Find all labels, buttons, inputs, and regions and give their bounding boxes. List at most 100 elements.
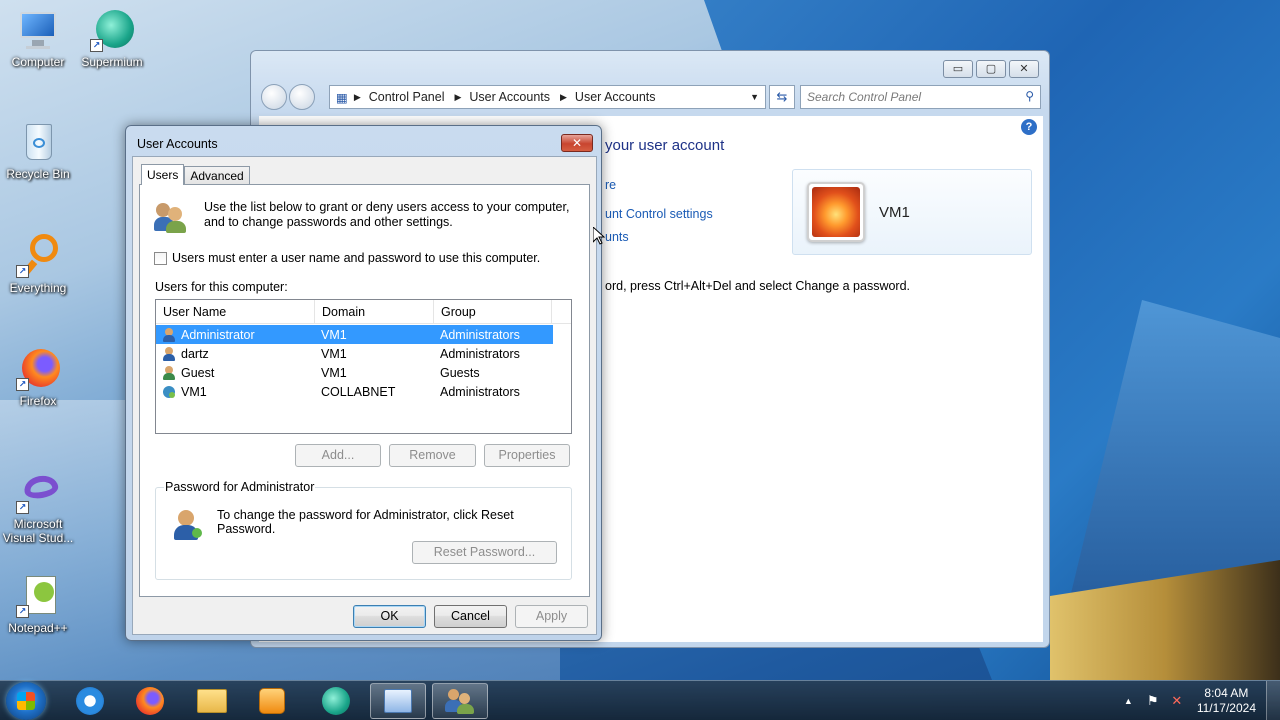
volume-muted-icon[interactable]: ✕ bbox=[1169, 693, 1185, 709]
help-icon[interactable]: ? bbox=[1021, 119, 1037, 135]
cell-group: Guests bbox=[440, 365, 480, 380]
supermium-icon: ↗ bbox=[90, 8, 134, 52]
search-input[interactable]: Search Control Panel ⚲ bbox=[800, 85, 1041, 109]
task-link[interactable]: unt Control settings bbox=[605, 207, 713, 221]
firefox-icon bbox=[136, 687, 164, 715]
desktop-icon-label: Computer bbox=[11, 55, 65, 69]
taskbar-file-explorer[interactable] bbox=[184, 683, 240, 719]
supermium-icon bbox=[322, 687, 350, 715]
search-icon[interactable]: ⚲ bbox=[1025, 89, 1034, 103]
cell-user-name: Administrator bbox=[181, 327, 255, 342]
address-bar[interactable]: ▦ ▶ Control Panel ▶ User Accounts ▶ User… bbox=[329, 85, 766, 109]
desktop-icon-notepadpp[interactable]: ↗ Notepad++ bbox=[0, 574, 76, 635]
close-button[interactable]: ✕ bbox=[561, 134, 593, 152]
users-icon bbox=[154, 199, 188, 233]
table-row[interactable]: Guest VM1 Guests bbox=[156, 363, 571, 382]
show-desktop-button[interactable] bbox=[1266, 681, 1280, 720]
window-caption-buttons: ▭ ▢ ✕ bbox=[940, 60, 1039, 78]
tab-users[interactable]: Users bbox=[141, 164, 185, 185]
show-hidden-icons-icon[interactable]: ▲ bbox=[1124, 696, 1133, 706]
column-header-group[interactable]: Group bbox=[434, 300, 552, 323]
internet-explorer-icon bbox=[76, 687, 104, 715]
forward-button[interactable] bbox=[289, 84, 315, 110]
breadcrumb-item[interactable]: User Accounts bbox=[469, 90, 550, 104]
taskbar-media-player[interactable] bbox=[244, 683, 300, 719]
user-card: VM1 bbox=[792, 169, 1032, 255]
ok-button[interactable]: OK bbox=[353, 605, 426, 628]
desktop-icon-everything[interactable]: ↗ Everything bbox=[0, 234, 76, 295]
cell-domain: COLLABNET bbox=[321, 384, 396, 399]
start-button[interactable] bbox=[6, 682, 46, 720]
tab-advanced[interactable]: Advanced bbox=[184, 166, 250, 185]
require-password-checkbox[interactable] bbox=[154, 251, 167, 265]
user-icon bbox=[162, 346, 176, 361]
taskbar-firefox[interactable] bbox=[122, 683, 178, 719]
notepadpp-icon: ↗ bbox=[16, 574, 60, 618]
file-explorer-icon bbox=[197, 689, 227, 713]
shortcut-arrow-icon: ↗ bbox=[90, 39, 103, 52]
control-panel-icon: ▦ bbox=[336, 90, 348, 105]
cancel-button[interactable]: Cancel bbox=[434, 605, 507, 628]
control-panel-icon bbox=[384, 689, 412, 713]
cell-user-name: dartz bbox=[181, 346, 209, 361]
user-accounts-icon bbox=[445, 687, 475, 715]
users-table[interactable]: User Name Domain Group Administrator VM1… bbox=[155, 299, 572, 434]
user-accounts-dialog[interactable]: User Accounts ✕ Users Advanced Use the l… bbox=[125, 125, 602, 641]
intro-text: Use the list below to grant or deny user… bbox=[204, 200, 570, 229]
table-row[interactable]: dartz VM1 Administrators bbox=[156, 344, 571, 363]
computer-icon bbox=[16, 8, 60, 52]
breadcrumb-item[interactable]: User Accounts bbox=[575, 90, 656, 104]
media-player-icon bbox=[259, 688, 285, 714]
require-password-row[interactable]: Users must enter a user name and passwor… bbox=[154, 251, 540, 265]
cell-group: Administrators bbox=[440, 327, 520, 342]
minimize-button[interactable]: ▭ bbox=[943, 60, 973, 78]
desktop-icon-supermium[interactable]: ↗ Supermium bbox=[74, 8, 150, 69]
cell-group: Administrators bbox=[440, 346, 520, 361]
taskbar-user-accounts[interactable] bbox=[432, 683, 488, 719]
tab-strip: Users Advanced bbox=[141, 164, 250, 185]
clock[interactable]: 8:04 AM 11/17/2024 bbox=[1197, 686, 1256, 716]
cell-group: Administrators bbox=[440, 384, 520, 399]
windows-logo-icon bbox=[17, 692, 35, 710]
dialog-title: User Accounts bbox=[137, 137, 218, 151]
user-picture bbox=[807, 182, 865, 242]
chevron-down-icon[interactable]: ▼ bbox=[750, 92, 759, 102]
task-link[interactable]: unts bbox=[605, 230, 629, 244]
desktop-icon-computer[interactable]: Computer bbox=[0, 8, 76, 69]
table-row[interactable]: VM1 COLLABNET Administrators bbox=[156, 382, 571, 401]
column-header-domain[interactable]: Domain bbox=[315, 300, 434, 323]
column-header-user-name[interactable]: User Name bbox=[156, 300, 315, 323]
desktop-icon-recycle-bin[interactable]: Recycle Bin bbox=[0, 120, 76, 181]
properties-button[interactable]: Properties bbox=[484, 444, 570, 467]
refresh-button[interactable]: ⇆ bbox=[769, 85, 795, 109]
add-user-button[interactable]: Add... bbox=[295, 444, 381, 467]
desktop-icon-firefox[interactable]: ↗ Firefox bbox=[0, 347, 76, 408]
table-row[interactable]: Administrator VM1 Administrators bbox=[156, 325, 553, 344]
remove-user-button[interactable]: Remove bbox=[389, 444, 476, 467]
search-placeholder: Search Control Panel bbox=[807, 90, 922, 104]
desktop-icon-visual-studio[interactable]: ↗ Microsoft Visual Stud... bbox=[0, 470, 76, 545]
taskbar-supermium[interactable] bbox=[308, 683, 364, 719]
page-title: your user account bbox=[605, 137, 725, 154]
maximize-button[interactable]: ▢ bbox=[976, 60, 1006, 78]
task-link[interactable]: re bbox=[605, 178, 616, 192]
user-password-icon bbox=[172, 510, 204, 542]
domain-user-icon bbox=[162, 385, 176, 399]
breadcrumb-item[interactable]: Control Panel bbox=[369, 90, 445, 104]
cell-domain: VM1 bbox=[321, 346, 347, 361]
system-tray: ▲ ⚑ ✕ 8:04 AM 11/17/2024 bbox=[1124, 681, 1280, 720]
mouse-cursor-icon bbox=[592, 225, 606, 248]
taskbar-control-panel[interactable] bbox=[370, 683, 426, 719]
chevron-right-icon: ▶ bbox=[353, 91, 361, 102]
action-center-icon[interactable]: ⚑ bbox=[1145, 693, 1161, 709]
taskbar-internet-explorer[interactable] bbox=[62, 683, 118, 719]
cell-domain: VM1 bbox=[321, 365, 347, 380]
cell-domain: VM1 bbox=[321, 327, 347, 342]
reset-password-button[interactable]: Reset Password... bbox=[412, 541, 557, 564]
apply-button[interactable]: Apply bbox=[515, 605, 588, 628]
desktop-icon-label: Microsoft Visual Stud... bbox=[2, 517, 74, 545]
password-help-text: To change the password for Administrator… bbox=[217, 508, 514, 536]
everything-search-icon: ↗ bbox=[16, 234, 60, 278]
back-button[interactable] bbox=[261, 84, 287, 110]
close-button[interactable]: ✕ bbox=[1009, 60, 1039, 78]
